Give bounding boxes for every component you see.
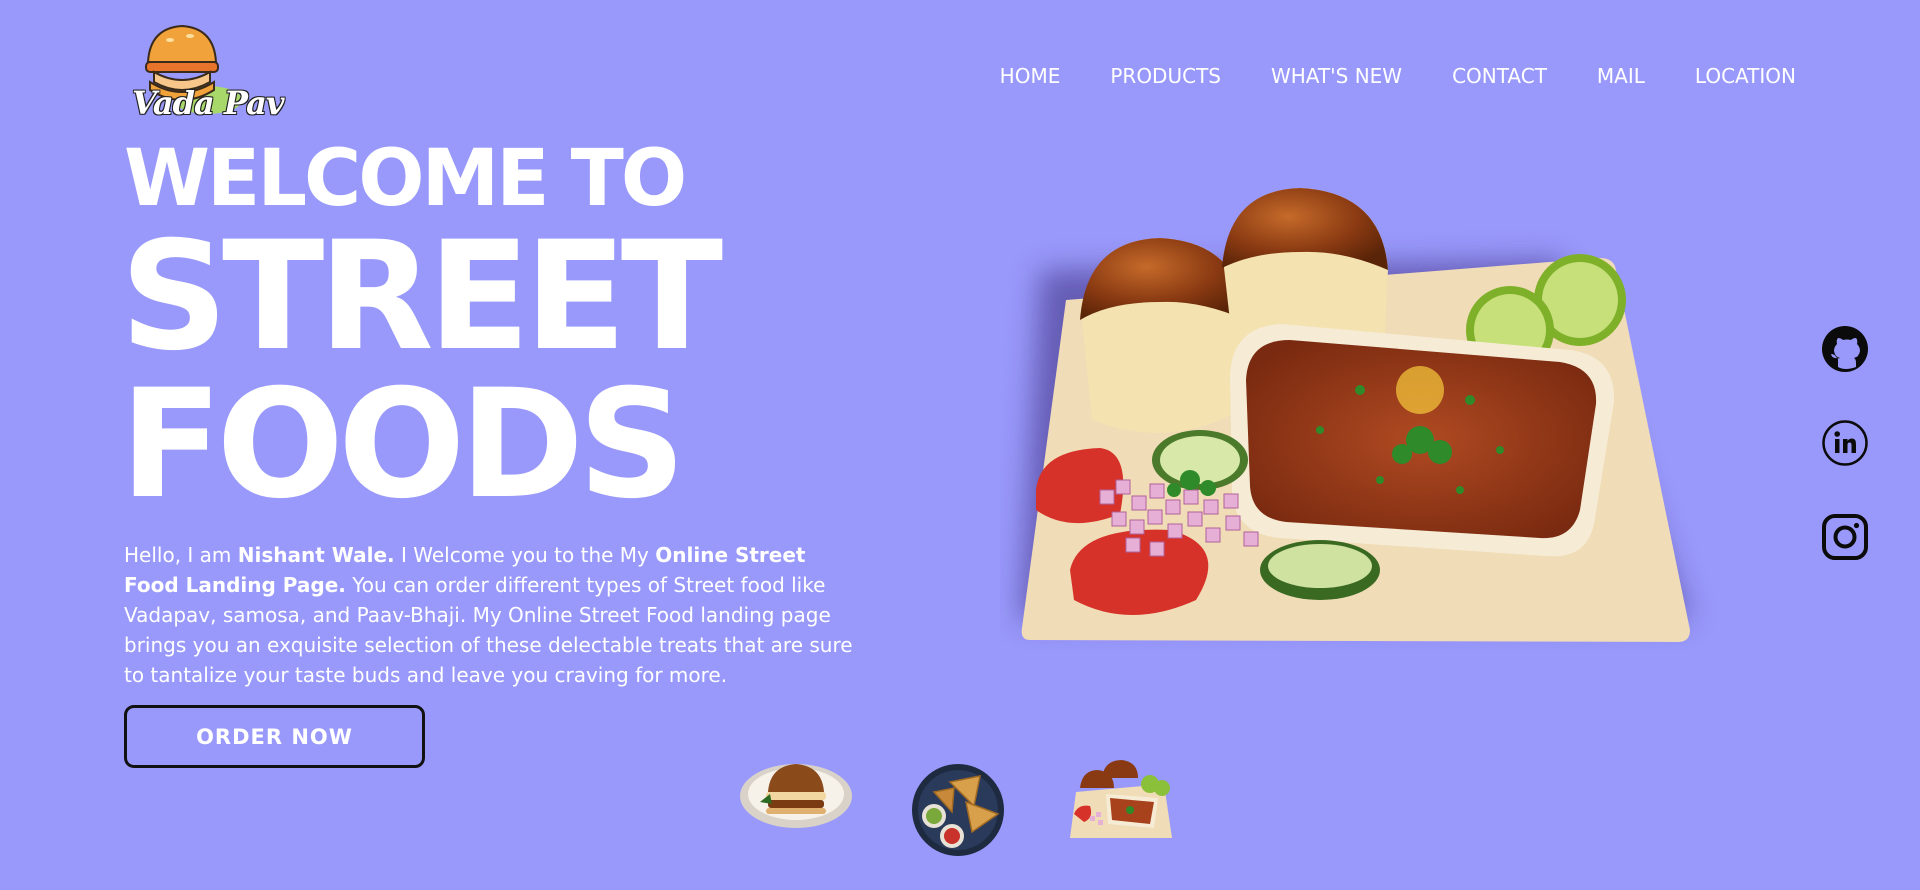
intro-text-1: Hello, I am — [124, 543, 238, 567]
intro-text-2: I Welcome you to the My — [394, 543, 656, 567]
pav-bhaji-plate-image — [1020, 188, 1690, 642]
logo-text: Vada Pav — [132, 84, 284, 122]
linkedin-icon — [1822, 420, 1868, 466]
nav-products[interactable]: PRODUCTS — [1110, 64, 1221, 88]
hero-title-line-1: WELCOME TO — [124, 134, 687, 224]
pav-bhaji-thumbnail[interactable] — [1068, 758, 1176, 846]
main-nav: HOME PRODUCTS WHAT'S NEW CONTACT MAIL LO… — [950, 64, 1796, 88]
instagram-link[interactable] — [1821, 513, 1869, 561]
intro-paragraph: Hello, I am Nishant Wale. I Welcome you … — [124, 540, 864, 690]
samosa-thumbnail-icon — [912, 764, 1004, 856]
samosa-thumbnail[interactable] — [910, 762, 1010, 858]
github-link[interactable] — [1821, 325, 1869, 373]
hero-food-image — [1000, 150, 1720, 650]
linkedin-link[interactable] — [1821, 419, 1869, 467]
nav-whats-new[interactable]: WHAT'S NEW — [1271, 64, 1402, 88]
nav-mail[interactable]: MAIL — [1597, 64, 1645, 88]
intro-name: Nishant Wale. — [237, 543, 395, 567]
github-icon — [1822, 326, 1868, 372]
vada-pav-thumbnail[interactable] — [738, 752, 856, 832]
pav-bhaji-thumbnail-icon — [1070, 760, 1172, 838]
instagram-icon — [1822, 514, 1868, 560]
hero-title-line-2: STREET — [120, 210, 723, 384]
order-now-button[interactable]: ORDER NOW — [124, 705, 425, 768]
hero-title-line-3: FOODS — [120, 358, 686, 532]
nav-location[interactable]: LOCATION — [1695, 64, 1796, 88]
vada-pav-thumbnail-icon — [740, 764, 852, 828]
nav-contact[interactable]: CONTACT — [1452, 64, 1547, 88]
nav-home[interactable]: HOME — [1000, 64, 1061, 88]
brand-logo[interactable]: Vada Pav — [130, 22, 284, 126]
